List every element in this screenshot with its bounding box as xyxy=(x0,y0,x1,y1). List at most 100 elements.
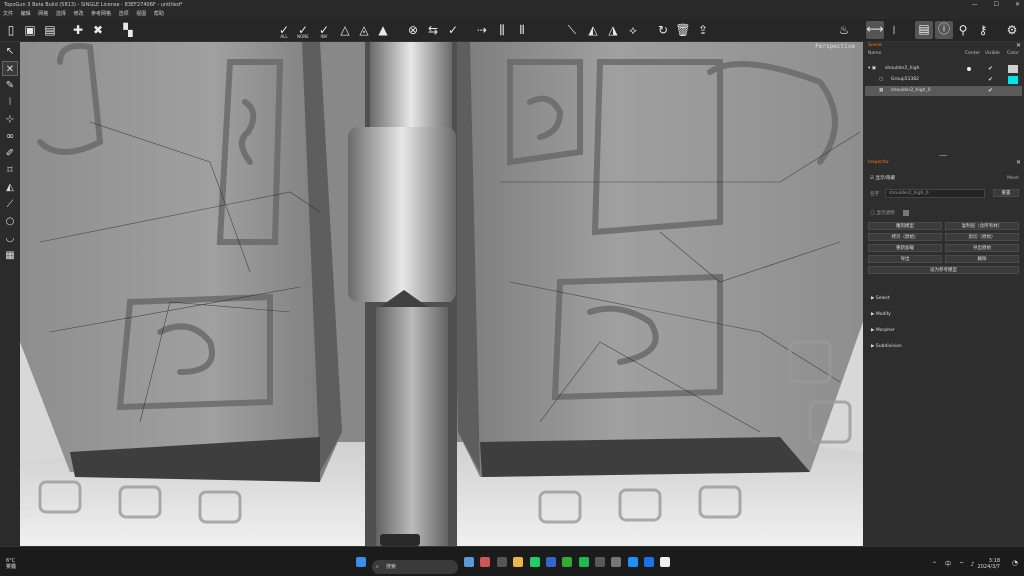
language-indicator[interactable]: 中 xyxy=(945,561,951,568)
select-face-icon[interactable]: ▲ xyxy=(375,22,391,38)
app-icon[interactable] xyxy=(480,557,490,567)
delete-button[interactable]: 删除 xyxy=(945,255,1019,263)
center-radio[interactable] xyxy=(967,67,971,71)
delete-icon[interactable]: ✖ xyxy=(90,22,106,38)
topogun-app-icon[interactable] xyxy=(611,557,621,567)
columns-icon[interactable]: ⫼ xyxy=(494,22,510,38)
circle-tool-icon[interactable]: ○ xyxy=(2,214,18,229)
loop-icon[interactable]: ⊗ xyxy=(405,22,421,38)
copy-original-button[interactable]: 拷贝（原始） xyxy=(868,233,942,241)
start-icon[interactable] xyxy=(356,557,366,567)
menu-options[interactable]: 选项 xyxy=(119,11,129,17)
panel-splitter[interactable] xyxy=(939,155,947,156)
confirm-icon[interactable]: ✓ xyxy=(445,22,461,38)
transform-icon[interactable]: ⚲ xyxy=(955,22,971,38)
notification-icon[interactable]: ◔ xyxy=(1012,559,1018,567)
close-scene-icon[interactable]: ✕ xyxy=(1016,42,1021,50)
menu-reference[interactable]: 参考网格 xyxy=(91,11,111,17)
opacity-checkbox[interactable]: ◯ 显示透明 xyxy=(870,210,894,216)
taskbar-search[interactable]: 搜索 ⌕ xyxy=(372,560,458,574)
panel-toggle-icon[interactable]: ▤ xyxy=(915,21,933,39)
export-button[interactable]: 导出 xyxy=(868,255,942,263)
export-icon[interactable]: ⇪ xyxy=(695,22,711,38)
visible-check[interactable]: ✔ xyxy=(988,75,993,85)
scene-item-group[interactable]: ▢ Group51382 ✔ xyxy=(865,75,1022,85)
arc-tool-icon[interactable]: ◡ xyxy=(2,231,18,246)
brush-tool-icon[interactable]: ✐ xyxy=(2,146,18,161)
relax-icon[interactable]: ⟡ xyxy=(625,22,641,38)
pivot-icon[interactable]: ⚷ xyxy=(975,22,991,38)
app-icon[interactable] xyxy=(546,557,556,567)
select-inverse-button[interactable]: ✓ INV xyxy=(316,22,332,39)
vertex-move-icon[interactable]: ⟍ xyxy=(564,22,580,38)
info-icon[interactable]: ⓘ xyxy=(935,21,953,39)
select-vertex-icon[interactable]: △ xyxy=(337,22,353,38)
minimize-button[interactable]: — xyxy=(972,1,978,8)
refresh-icon[interactable]: ↻ xyxy=(655,22,671,38)
visible-check[interactable]: ✔ xyxy=(988,86,993,96)
app-icon[interactable] xyxy=(644,557,654,567)
3d-viewport[interactable]: Perspective Faces: Verts: Edges: Ref: xyxy=(20,42,863,546)
tri-tool-icon[interactable]: ◭ xyxy=(2,180,18,195)
save-icon[interactable]: ▣ xyxy=(22,22,38,38)
mirror-icon[interactable]: ⧘ xyxy=(886,22,902,38)
color-swatch[interactable] xyxy=(1008,65,1018,73)
system-tray[interactable]: ⌃ 中 ⌔ ♪ xyxy=(932,559,974,568)
app-icon[interactable] xyxy=(530,557,540,567)
expand-icon[interactable]: ▾ ▣ xyxy=(868,64,876,74)
reload-button[interactable]: 重新加载 xyxy=(868,244,942,252)
symmetry-icon[interactable]: ⟷ xyxy=(866,21,884,39)
grid-tool-icon[interactable]: ▦ xyxy=(2,248,18,263)
wifi-icon[interactable]: ⌔ xyxy=(959,561,965,568)
collapse-icon[interactable]: ◮ xyxy=(605,22,621,38)
name-input[interactable]: shoulder2_high_0 xyxy=(885,189,985,198)
app-icon[interactable] xyxy=(562,557,572,567)
taskbar-clock[interactable]: 3:18 2024/3/7 xyxy=(978,558,1000,570)
menu-edit[interactable]: 编辑 xyxy=(21,11,31,17)
trash-icon[interactable]: 🗑 xyxy=(675,22,691,38)
color-swatch[interactable] xyxy=(1008,76,1018,84)
new-file-icon[interactable]: ▯ xyxy=(3,22,19,38)
app-icon[interactable] xyxy=(660,557,670,567)
cut-original-button[interactable]: 剪切（原始） xyxy=(945,233,1019,241)
bars-icon[interactable]: ⦀ xyxy=(514,22,530,38)
section-subdivision[interactable]: ▶ Subdivision xyxy=(871,344,902,349)
grow-icon[interactable]: ⇢ xyxy=(474,22,490,38)
app-icon[interactable] xyxy=(579,557,589,567)
maximize-button[interactable]: ☐ xyxy=(994,1,999,8)
layer-icon[interactable]: ▚ xyxy=(120,22,136,38)
open-icon[interactable]: ▤ xyxy=(42,22,58,38)
split-tool-icon[interactable]: ⊹ xyxy=(2,112,18,127)
weld-icon[interactable]: ◭ xyxy=(585,22,601,38)
app-icon[interactable] xyxy=(595,557,605,567)
menu-select[interactable]: 选择 xyxy=(56,11,66,17)
section-morpher[interactable]: ▶ Morpher xyxy=(871,328,895,333)
duplicate-layer-button[interactable]: 复制层（含所有材） xyxy=(945,222,1019,230)
add-icon[interactable]: ✚ xyxy=(70,22,86,38)
select-all-button[interactable]: ✓ ALL xyxy=(276,22,292,39)
edge-icon[interactable] xyxy=(628,557,638,567)
render-icon[interactable]: ♨ xyxy=(836,22,852,38)
weather-widget[interactable]: 6°C 雾霾 xyxy=(6,558,16,570)
app-icon[interactable] xyxy=(497,557,507,567)
opacity-slider[interactable] xyxy=(903,210,909,216)
draw-tool-icon[interactable]: ✎ xyxy=(2,78,18,93)
app-icon[interactable] xyxy=(464,557,474,567)
close-inspector-icon[interactable]: ✕ xyxy=(1016,159,1021,167)
bridge-tool-icon[interactable]: ⦚ xyxy=(2,95,18,110)
menu-modify[interactable]: 修改 xyxy=(73,11,83,17)
tray-arrow-icon[interactable]: ⌃ xyxy=(932,561,937,568)
line-tool-icon[interactable]: ⟋ xyxy=(2,197,18,212)
folder-icon[interactable] xyxy=(513,557,523,567)
menu-view[interactable]: 视图 xyxy=(136,11,146,17)
select-edge-icon[interactable]: ◬ xyxy=(356,22,372,38)
section-select[interactable]: ▶ Select xyxy=(871,296,890,301)
close-window-button[interactable]: ✕ xyxy=(1015,1,1020,8)
volume-icon[interactable]: ♪ xyxy=(970,561,974,568)
menu-file[interactable]: 文件 xyxy=(3,11,13,17)
visible-check[interactable]: ✔ xyxy=(988,64,993,74)
select-tool-icon[interactable]: ↖ xyxy=(2,44,18,59)
sculpt-model-button[interactable]: 雕刻模型 xyxy=(868,222,942,230)
settings-gear-icon[interactable]: ⚙ xyxy=(1004,22,1020,38)
show-hide-checkbox[interactable]: ☑ 显示/隐藏 xyxy=(870,175,895,181)
